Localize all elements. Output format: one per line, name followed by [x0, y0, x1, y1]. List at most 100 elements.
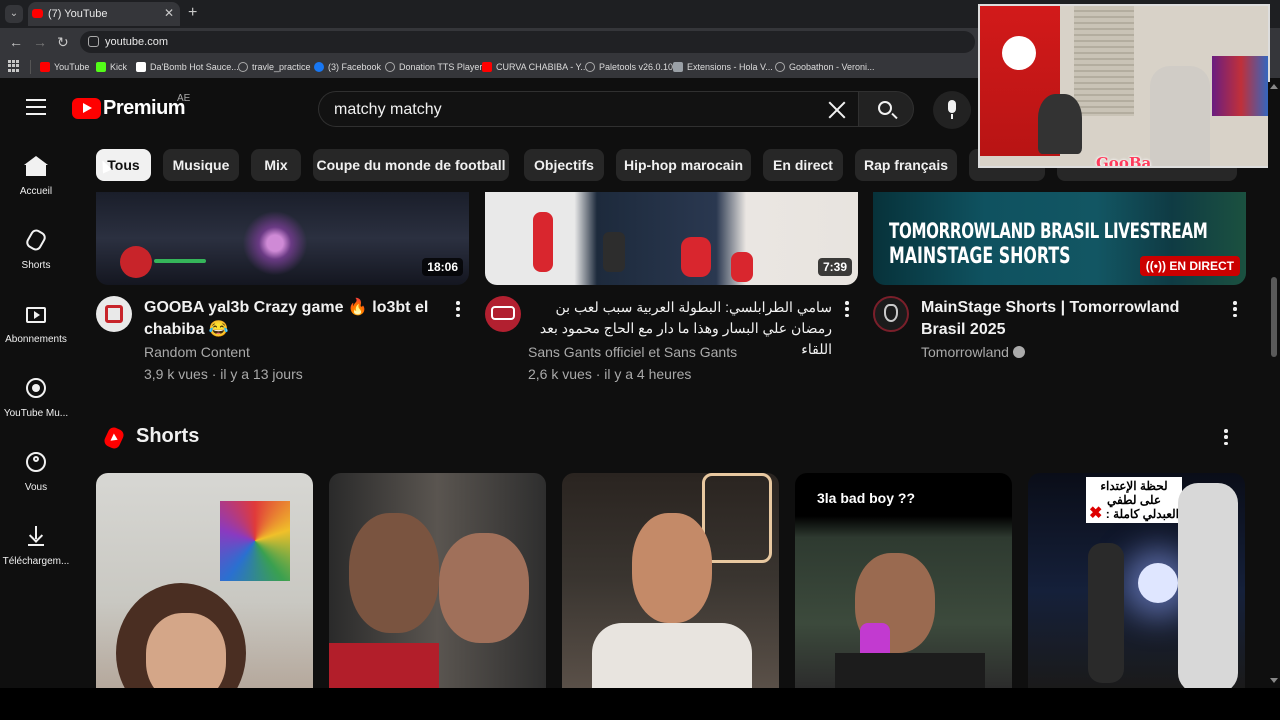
- thumbnail-subheadline: MAINSTAGE SHORTS: [889, 244, 1071, 269]
- shorts-logo-icon: [102, 425, 126, 451]
- apps-grid-icon[interactable]: [8, 60, 20, 72]
- premium-logo-text[interactable]: Premium: [103, 97, 186, 120]
- chip-objectifs[interactable]: Objectifs: [524, 149, 604, 181]
- bookmark-facebook[interactable]: (3) Facebook: [314, 60, 381, 74]
- webcam-overlay: GooBa: [978, 4, 1270, 168]
- white-shirt: [592, 623, 752, 688]
- sidebar-label: Accueil: [19, 186, 53, 197]
- short-caption-text: لحظة الإعتداء على لطفي العبدلي كاملة :: [1100, 479, 1179, 521]
- channel-name[interactable]: Tomorrowland: [921, 344, 1025, 360]
- video-thumbnail[interactable]: 18:06: [96, 192, 469, 285]
- sidebar-item-downloads[interactable]: Téléchargem...: [0, 506, 72, 576]
- short-caption: 3la bad boy ??: [817, 490, 916, 506]
- address-bar[interactable]: youtube.com: [80, 31, 975, 53]
- globe-bookmark-icon: [385, 62, 395, 72]
- sidebar-item-you[interactable]: Vous: [0, 432, 72, 502]
- tab-search-icon[interactable]: ⌄: [5, 5, 23, 23]
- scroll-down-icon[interactable]: [1270, 678, 1278, 683]
- shorts-more-icon[interactable]: [1224, 429, 1228, 445]
- back-icon[interactable]: ←: [9, 34, 23, 50]
- kick-bookmark-icon: [96, 62, 106, 72]
- more-actions-icon[interactable]: [845, 301, 849, 317]
- chip-hip-hop-marocain[interactable]: Hip-hop marocain: [616, 149, 751, 181]
- health-bar: [154, 259, 206, 263]
- video-duration: 18:06: [422, 258, 463, 276]
- person-head: [439, 533, 529, 643]
- sidebar-item-youtube-music[interactable]: YouTube Mu...: [0, 358, 72, 428]
- tab-close-icon[interactable]: ✕: [164, 6, 174, 20]
- video-thumbnail[interactable]: 7:39: [485, 192, 858, 285]
- search-button[interactable]: [858, 91, 914, 127]
- channel-avatar[interactable]: [873, 296, 909, 332]
- video-metadata: 2,6 k vues · il y a 4 heures: [528, 366, 692, 382]
- bookmark-youtube[interactable]: YouTube: [40, 60, 89, 74]
- chip-mix[interactable]: Mix: [251, 149, 301, 181]
- guide-menu-icon[interactable]: [26, 99, 46, 115]
- chip-rap-francais[interactable]: Rap français: [855, 149, 957, 181]
- channel-avatar[interactable]: [485, 296, 521, 332]
- channel-name[interactable]: Random Content: [144, 344, 250, 360]
- bottom-letterbox: [0, 688, 1280, 720]
- channel-avatar[interactable]: [96, 296, 132, 332]
- video-thumbnail[interactable]: TOMORROWLAND BRASIL LIVESTREAM MAINSTAGE…: [873, 192, 1246, 285]
- facebook-bookmark-icon: [314, 62, 324, 72]
- person-head: [632, 513, 712, 623]
- video-duration: 7:39: [817, 258, 852, 276]
- voice-search-button[interactable]: [933, 91, 971, 129]
- streamer-avatar: [120, 246, 152, 278]
- bookmark-goobathon[interactable]: Goobathon - Veroni...: [775, 60, 875, 74]
- neon-sign: [702, 473, 772, 563]
- video-title[interactable]: MainStage Shorts | Tomorrowland Brasil 2…: [921, 297, 1226, 341]
- search-icon: [878, 101, 892, 115]
- microphone-stand: [951, 114, 953, 119]
- bookmark-donation[interactable]: Donation TTS Player: [385, 60, 482, 74]
- chip-en-direct[interactable]: En direct: [763, 149, 843, 181]
- screen: ⌄ (7) YouTube ✕ + ← → ↻ youtube.com YouT…: [0, 0, 1280, 720]
- bookmark-travle[interactable]: travle_practice: [238, 60, 311, 74]
- bookmark-extensions[interactable]: Extensions - Hola V...: [673, 60, 773, 74]
- short-card[interactable]: [96, 473, 313, 688]
- short-card[interactable]: [562, 473, 779, 688]
- search-query: matchy matchy: [334, 101, 442, 118]
- bookmarks-divider: [30, 60, 31, 74]
- bookmark-dabomb[interactable]: Da'Bomb Hot Sauce...: [136, 60, 239, 74]
- chip-coupe-du-monde[interactable]: Coupe du monde de football: [313, 149, 509, 181]
- forward-icon[interactable]: →: [33, 34, 47, 50]
- new-tab-icon[interactable]: +: [188, 4, 197, 22]
- reload-icon[interactable]: ↻: [57, 34, 69, 51]
- clear-search-icon[interactable]: [827, 100, 847, 120]
- more-actions-icon[interactable]: [456, 301, 460, 317]
- more-actions-icon[interactable]: [1233, 301, 1237, 317]
- cross-icon: ✖: [1089, 505, 1103, 522]
- short-card[interactable]: [329, 473, 546, 688]
- search-input[interactable]: matchy matchy: [318, 91, 858, 127]
- short-card[interactable]: لحظة الإعتداء على لطفي العبدلي كاملة : ✖: [1028, 473, 1245, 688]
- chip-musique[interactable]: Musique: [163, 149, 239, 181]
- bookmark-paletools[interactable]: Paletools v26.0.10: [585, 60, 673, 74]
- puzzle-bookmark-icon: [673, 62, 683, 72]
- video-title[interactable]: GOOBA yal3b Crazy game 🔥 lo3bt el chabib…: [144, 297, 449, 341]
- channel-name[interactable]: Sans Gants officiel et Sans Gants: [528, 344, 737, 360]
- page-scrollbar[interactable]: [1268, 82, 1280, 687]
- streamer-name-overlay: GooBa: [1096, 154, 1152, 168]
- sidebar-item-subscriptions[interactable]: Abonnements: [0, 284, 72, 354]
- bookmark-kick[interactable]: Kick: [96, 60, 127, 74]
- globe-bookmark-icon: [585, 62, 595, 72]
- sidebar-item-shorts[interactable]: Shorts: [0, 210, 72, 280]
- scroll-up-icon[interactable]: [1270, 84, 1278, 89]
- home-icon: [24, 156, 48, 176]
- person-silhouette: [1088, 543, 1124, 683]
- url-text: youtube.com: [105, 36, 168, 48]
- short-card[interactable]: 3la bad boy ??: [795, 473, 1012, 688]
- youtube-logo-icon[interactable]: [72, 98, 101, 119]
- youtube-favicon-icon: [32, 9, 43, 18]
- sidebar-item-home[interactable]: Accueil: [0, 136, 72, 206]
- scrollbar-thumb[interactable]: [1271, 277, 1277, 357]
- bookmark-curva-chabiba[interactable]: CURVA CHABIBA - Y...: [482, 60, 588, 74]
- live-label: EN DIRECT: [1169, 259, 1234, 273]
- person-head: [349, 513, 439, 633]
- site-info-icon[interactable]: [88, 36, 99, 47]
- verified-badge-icon: [1012, 346, 1025, 359]
- globe-bookmark-icon: [775, 62, 785, 72]
- browser-tab[interactable]: (7) YouTube ✕: [28, 2, 180, 26]
